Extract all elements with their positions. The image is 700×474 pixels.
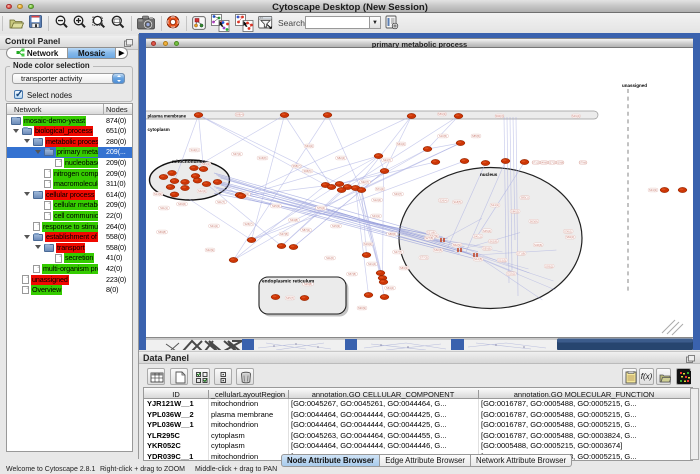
svg-text:S58(7): S58(7) bbox=[292, 164, 300, 168]
svg-text:S15(3): S15(3) bbox=[332, 224, 340, 228]
svg-text:S15(3): S15(3) bbox=[498, 258, 506, 262]
svg-text:plasma membrane: plasma membrane bbox=[148, 114, 187, 119]
svg-text:S82(4): S82(4) bbox=[337, 156, 345, 160]
svg-text:S11(1): S11(1) bbox=[160, 206, 168, 210]
svg-text:S71(9): S71(9) bbox=[517, 252, 525, 256]
svg-text:S52(9): S52(9) bbox=[453, 243, 461, 247]
svg-text:S12(1): S12(1) bbox=[190, 148, 198, 152]
svg-text:S14(9): S14(9) bbox=[154, 192, 162, 196]
svg-text:S93(2): S93(2) bbox=[545, 264, 553, 268]
svg-text:S55(5): S55(5) bbox=[483, 247, 491, 251]
svg-text:unassigned: unassigned bbox=[622, 83, 647, 88]
svg-text:S21(4): S21(4) bbox=[368, 262, 376, 266]
svg-text:mitochondrion: mitochondrion bbox=[172, 159, 206, 165]
svg-text:S11(6): S11(6) bbox=[326, 256, 334, 260]
svg-text:S88(4): S88(4) bbox=[235, 113, 243, 117]
svg-text:S16(8): S16(8) bbox=[258, 156, 266, 160]
svg-text:S27(8): S27(8) bbox=[425, 236, 433, 240]
svg-text:S11(7): S11(7) bbox=[217, 200, 225, 204]
svg-text:S25(3): S25(3) bbox=[272, 204, 280, 208]
svg-text:S90(9): S90(9) bbox=[358, 306, 366, 310]
svg-text:S60(5): S60(5) bbox=[434, 248, 442, 252]
svg-text:S14(1): S14(1) bbox=[491, 203, 499, 207]
svg-text:S12(4): S12(4) bbox=[373, 198, 381, 202]
svg-text:S37(8): S37(8) bbox=[280, 232, 288, 236]
svg-text:S49(6): S49(6) bbox=[540, 161, 548, 165]
svg-text:S79(6): S79(6) bbox=[579, 161, 587, 165]
svg-text:S18(5): S18(5) bbox=[453, 200, 461, 204]
svg-text:S10(5): S10(5) bbox=[439, 134, 447, 138]
svg-text:S69(8): S69(8) bbox=[158, 230, 166, 234]
svg-text:endoplasmic reticulum: endoplasmic reticulum bbox=[262, 279, 314, 285]
svg-text:S33(7): S33(7) bbox=[394, 192, 402, 196]
svg-text:S41(1): S41(1) bbox=[474, 234, 482, 238]
svg-text:nucleus: nucleus bbox=[480, 172, 498, 177]
svg-text:S21(6): S21(6) bbox=[427, 231, 435, 235]
svg-text:S77(3): S77(3) bbox=[420, 256, 428, 260]
svg-text:S90(3): S90(3) bbox=[495, 114, 503, 118]
svg-text:S84(4): S84(4) bbox=[386, 286, 394, 290]
svg-text:S71(2): S71(2) bbox=[532, 161, 540, 165]
svg-text:S63(4): S63(4) bbox=[397, 142, 405, 146]
svg-text:S34(3): S34(3) bbox=[649, 188, 657, 192]
svg-text:S41(2): S41(2) bbox=[210, 224, 218, 228]
svg-text:S42(4): S42(4) bbox=[198, 189, 206, 193]
svg-text:S37(4): S37(4) bbox=[233, 152, 241, 156]
svg-text:S49(4): S49(4) bbox=[572, 114, 580, 118]
svg-text:S26(4): S26(4) bbox=[439, 199, 447, 203]
svg-text:S34(8): S34(8) bbox=[290, 218, 298, 222]
svg-text:S26(7): S26(7) bbox=[244, 222, 252, 226]
svg-text:S27(2): S27(2) bbox=[548, 161, 556, 165]
svg-text:S86(2): S86(2) bbox=[511, 210, 519, 214]
svg-text:S36(1): S36(1) bbox=[564, 230, 572, 234]
svg-text:S32(2): S32(2) bbox=[507, 272, 515, 276]
svg-text:S12(8): S12(8) bbox=[474, 257, 482, 261]
svg-text:S24(7): S24(7) bbox=[383, 158, 391, 162]
svg-text:S32(9): S32(9) bbox=[206, 248, 214, 252]
svg-text:S92(7): S92(7) bbox=[361, 180, 369, 184]
svg-text:S71(2): S71(2) bbox=[376, 187, 384, 191]
svg-text:S49(6): S49(6) bbox=[178, 202, 186, 206]
svg-text:S85(5): S85(5) bbox=[472, 134, 480, 138]
svg-text:S19(2): S19(2) bbox=[364, 242, 372, 246]
svg-text:S96(5): S96(5) bbox=[303, 169, 311, 173]
svg-text:S47(7): S47(7) bbox=[394, 250, 402, 254]
svg-text:cytoplasm: cytoplasm bbox=[148, 127, 170, 132]
svg-text:S19(8): S19(8) bbox=[556, 161, 564, 165]
svg-text:S59(3): S59(3) bbox=[438, 112, 446, 116]
svg-text:S85(1): S85(1) bbox=[521, 196, 529, 200]
svg-text:S35(7): S35(7) bbox=[286, 296, 294, 300]
svg-text:S88(6): S88(6) bbox=[388, 232, 396, 236]
svg-text:S83(3): S83(3) bbox=[400, 266, 408, 270]
svg-text:S43(1): S43(1) bbox=[372, 214, 380, 218]
svg-text:S45(4): S45(4) bbox=[483, 229, 491, 233]
svg-text:S75(4): S75(4) bbox=[317, 206, 325, 210]
svg-text:S63(2): S63(2) bbox=[305, 144, 313, 148]
svg-text:S62(8): S62(8) bbox=[489, 239, 497, 243]
svg-text:S63(8): S63(8) bbox=[530, 219, 538, 223]
svg-text:S46(6): S46(6) bbox=[534, 243, 542, 247]
svg-text:S87(2): S87(2) bbox=[302, 228, 310, 232]
svg-text:S84(3): S84(3) bbox=[566, 235, 574, 239]
svg-text:S57(8): S57(8) bbox=[348, 272, 356, 276]
